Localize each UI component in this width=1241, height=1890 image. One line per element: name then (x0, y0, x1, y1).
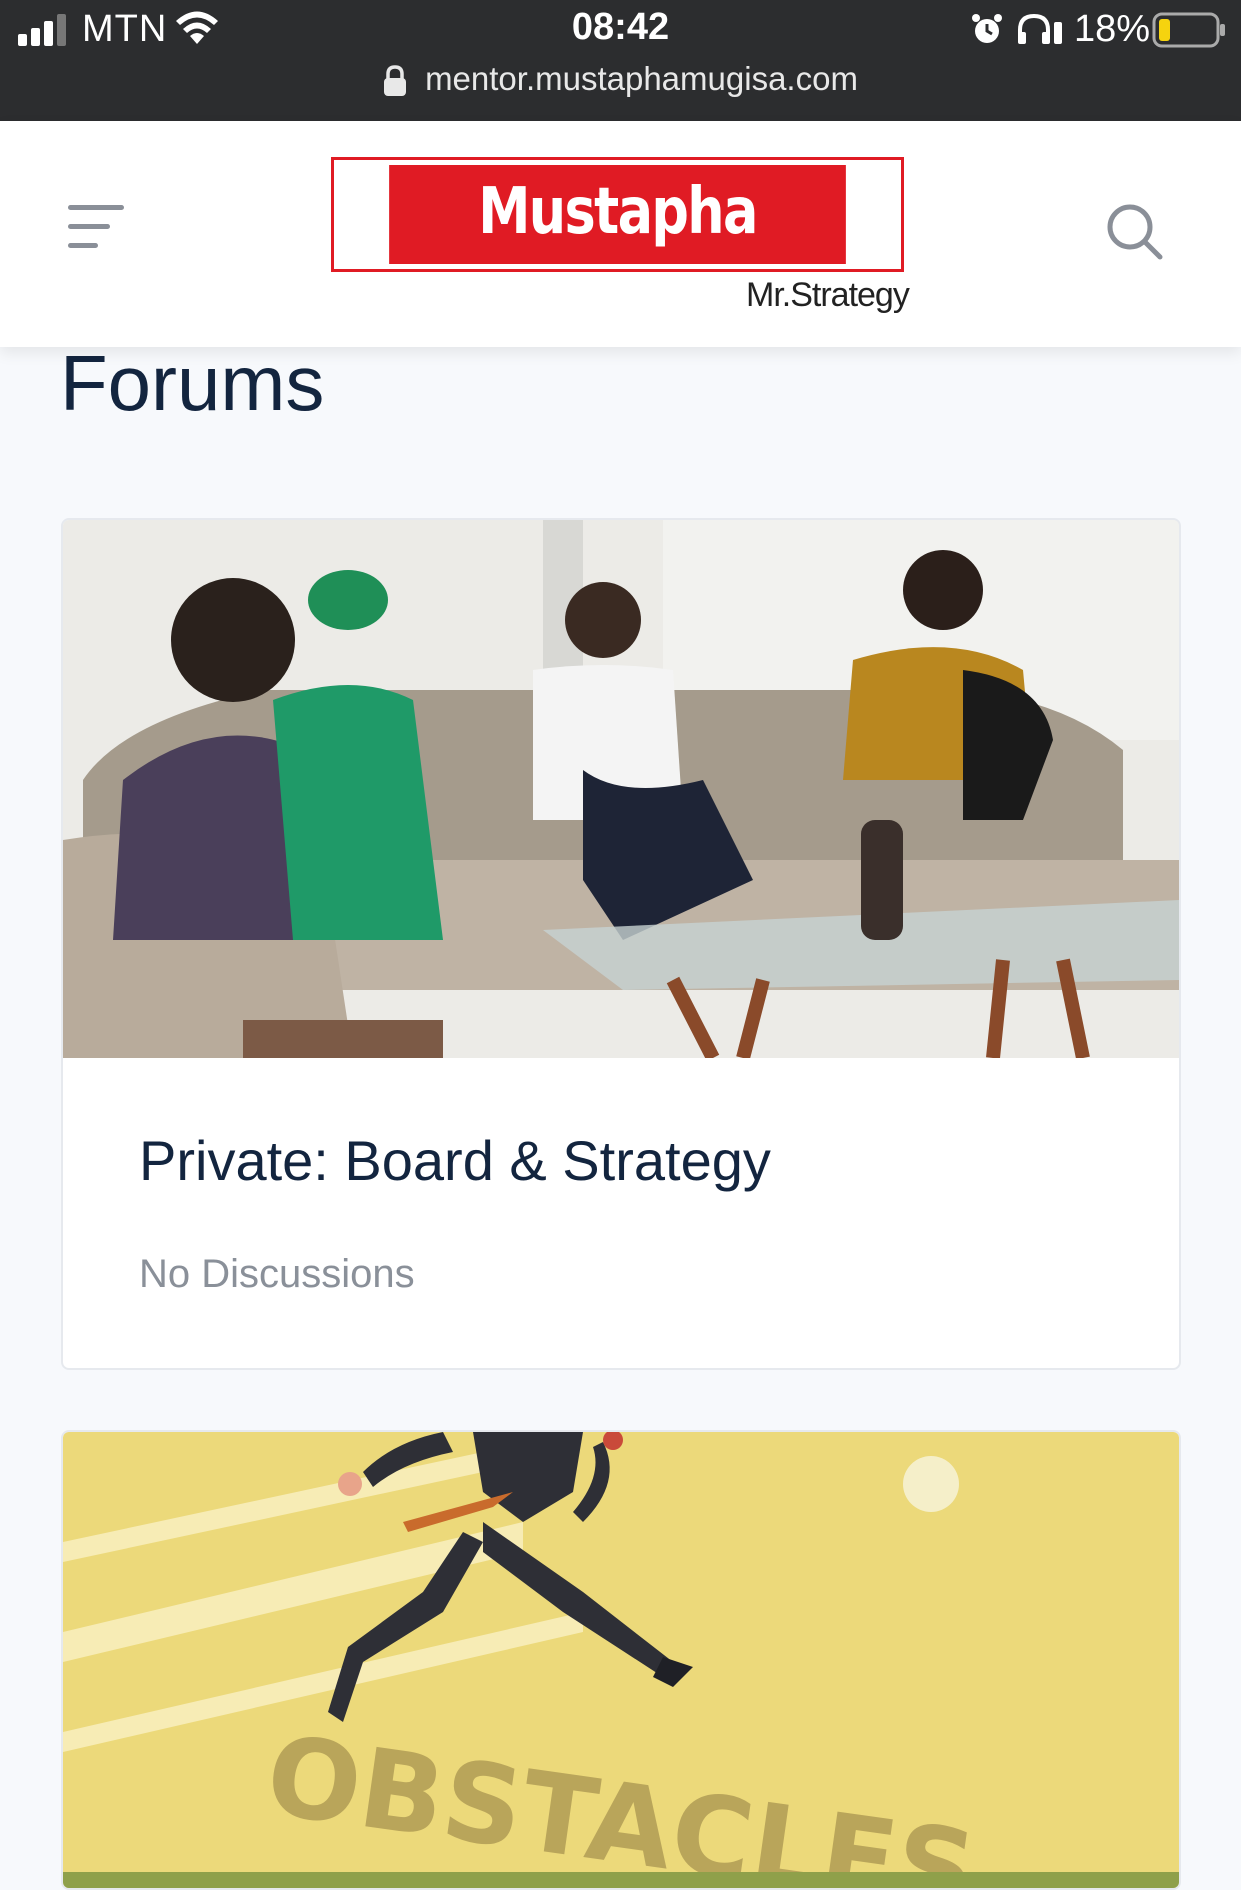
headphones-icon (1018, 13, 1062, 44)
forum-discussion-count: No Discussions (139, 1252, 415, 1296)
forum-cover-image[interactable]: OBSTACLES (63, 1432, 1179, 1890)
forum-card[interactable]: OBSTACLES (61, 1430, 1181, 1890)
url-text: mentor.mustaphamugisa.com (425, 60, 858, 97)
logo-subtitle: Mr.Strategy (746, 276, 910, 314)
search-icon[interactable] (1106, 203, 1164, 261)
battery-percent: 18% (1074, 8, 1151, 50)
page-title: Forums (60, 339, 325, 427)
site-header: Mustapha B.Mugisa Mr.Strategy (0, 121, 1241, 347)
logo-text: Mustapha B.Mugisa (389, 165, 846, 344)
alarm-icon (972, 14, 1002, 43)
hamburger-menu-icon[interactable] (68, 205, 124, 249)
battery-icon (1152, 12, 1225, 48)
site-logo[interactable]: Mustapha B.Mugisa (331, 157, 904, 344)
lock-icon (384, 65, 407, 97)
status-bar: MTN 08:42 18% mentor.mustaphamugisa.com (0, 0, 1241, 121)
address-bar[interactable]: mentor.mustaphamugisa.com (0, 60, 1241, 98)
forum-cover-image[interactable] (63, 520, 1179, 1058)
forum-card[interactable]: Private: Board & Strategy No Discussions (61, 518, 1181, 1370)
forum-title[interactable]: Private: Board & Strategy (139, 1128, 771, 1193)
